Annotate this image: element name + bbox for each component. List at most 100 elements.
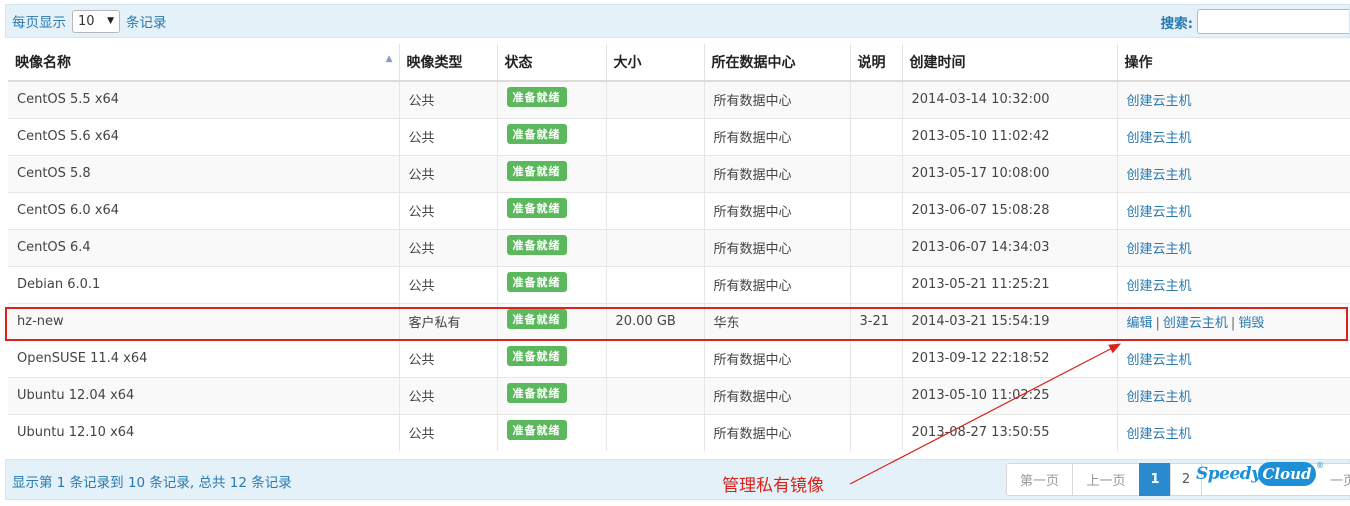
cell-name: CentOS 5.6 x64	[8, 117, 399, 155]
cell-description	[849, 413, 902, 451]
table-row: Ubuntu 12.10 x64 公共 准备就绪 所有数据中心 2013-08-27 1…	[8, 413, 1350, 451]
cell-type: 公共	[398, 228, 497, 266]
create-vm-link[interactable]: 创建云主机	[1163, 316, 1228, 331]
table-row: CentOS 6.4 公共 准备就绪 所有数据中心 2013-06-07 14:34:0…	[8, 228, 1350, 266]
cell-actions: 编辑 | 创建云主机 | 销毁	[1116, 302, 1350, 340]
speedycloud-logo: Speedy Cloud ®	[1192, 461, 1324, 491]
column-header-created[interactable]: 创建时间	[901, 44, 1117, 82]
cell-created: 2013-06-07 14:34:03	[901, 228, 1117, 266]
action-separator: |	[1155, 316, 1160, 331]
cell-created: 2013-05-21 11:25:21	[901, 265, 1117, 303]
cell-status: 准备就绪	[496, 117, 606, 155]
column-header-status[interactable]: 状态	[496, 44, 606, 82]
cell-actions: 创建云主机	[1116, 265, 1350, 303]
table-row: CentOS 6.0 x64 公共 准备就绪 所有数据中心 2013-06-07 15:…	[8, 191, 1350, 229]
cell-name: CentOS 6.4	[8, 228, 399, 266]
column-header-size[interactable]: 大小	[605, 44, 704, 82]
column-header-type[interactable]: 映像类型	[398, 44, 497, 82]
logo-registered: ®	[1316, 461, 1324, 470]
cell-type: 客户私有	[398, 302, 497, 340]
create-vm-link[interactable]: 创建云主机	[1127, 427, 1192, 442]
cell-datacenter: 所有数据中心	[703, 376, 850, 414]
cell-datacenter: 所有数据中心	[703, 413, 850, 451]
cell-size	[605, 117, 704, 155]
cell-type: 公共	[398, 117, 497, 155]
status-badge: 准备就绪	[506, 271, 567, 292]
action-separator: |	[1230, 316, 1236, 331]
page-1-button[interactable]: 1	[1139, 463, 1171, 496]
status-badge: 准备就绪	[506, 234, 567, 255]
cell-status: 准备就绪	[496, 413, 606, 451]
create-vm-link[interactable]: 创建云主机	[1127, 242, 1192, 257]
status-badge: 准备就绪	[506, 86, 567, 107]
first-page-button[interactable]: 第一页	[1006, 463, 1073, 496]
destroy-link[interactable]: 销毁	[1238, 316, 1264, 331]
cell-description	[849, 80, 902, 118]
cell-status: 准备就绪	[496, 265, 606, 303]
cell-created: 2014-03-21 15:54:19	[901, 302, 1117, 340]
cell-datacenter: 所有数据中心	[703, 191, 850, 229]
cell-datacenter: 所有数据中心	[703, 228, 850, 266]
table-row: CentOS 5.8 公共 准备就绪 所有数据中心 2013-05-17 10:08:0…	[8, 154, 1350, 192]
page-size-select[interactable]: 10 ▼	[72, 9, 120, 33]
chevron-down-icon: ▼	[107, 16, 114, 26]
cell-datacenter: 所有数据中心	[703, 117, 850, 155]
cell-datacenter: 所有数据中心	[703, 154, 850, 192]
create-vm-link[interactable]: 创建云主机	[1127, 168, 1192, 183]
status-badge: 准备就绪	[506, 382, 567, 403]
table-header-row: 映像名称 ▲ 映像类型 状态 大小 所在数据中心 说明 创建时间 操作	[8, 44, 1350, 82]
create-vm-link[interactable]: 创建云主机	[1127, 94, 1192, 109]
cell-created: 2013-08-27 13:50:55	[901, 413, 1117, 451]
column-header-datacenter[interactable]: 所在数据中心	[703, 44, 850, 82]
cell-actions: 创建云主机	[1116, 80, 1350, 118]
cell-datacenter: 所有数据中心	[703, 339, 850, 377]
cell-actions: 创建云主机	[1116, 191, 1350, 229]
sort-asc-icon[interactable]: ▲	[386, 54, 393, 64]
cell-description	[849, 265, 902, 303]
cell-description	[849, 117, 902, 155]
cell-datacenter: 华东	[703, 302, 850, 340]
create-vm-link[interactable]: 创建云主机	[1127, 390, 1192, 405]
status-badge: 准备就绪	[506, 160, 567, 181]
table-row: CentOS 5.5 x64 公共 准备就绪 所有数据中心 2014-03-14 10:…	[8, 80, 1350, 118]
cell-name: Ubuntu 12.04 x64	[8, 376, 399, 414]
table-toolbar: 每页显示 10 ▼ 条记录 搜索:	[5, 4, 1350, 38]
logo-text-cloud: Cloud	[1258, 462, 1316, 486]
table-row: Debian 6.0.1 公共 准备就绪 所有数据中心 2013-05-21 11:25…	[8, 265, 1350, 303]
cell-created: 2013-06-07 15:08:28	[901, 191, 1117, 229]
cell-size	[605, 339, 704, 377]
image-table: 映像名称 ▲ 映像类型 状态 大小 所在数据中心 说明 创建时间 操作 CentO…	[8, 44, 1350, 451]
create-vm-link[interactable]: 创建云主机	[1127, 131, 1192, 146]
search-label: 搜索:	[1160, 15, 1193, 32]
cell-status: 准备就绪	[496, 191, 606, 229]
cell-type: 公共	[398, 80, 497, 118]
cell-name: Ubuntu 12.10 x64	[8, 413, 399, 451]
cell-datacenter: 所有数据中心	[703, 80, 850, 118]
edit-link[interactable]: 编辑	[1127, 316, 1153, 331]
cell-name: OpenSUSE 11.4 x64	[8, 339, 399, 377]
search-input[interactable]	[1197, 9, 1349, 34]
column-header-description[interactable]: 说明	[849, 44, 902, 82]
cell-description	[849, 339, 902, 377]
cell-description: 3-21	[849, 302, 902, 340]
cell-type: 公共	[398, 413, 497, 451]
cell-actions: 创建云主机	[1116, 154, 1350, 192]
create-vm-link[interactable]: 创建云主机	[1127, 353, 1192, 368]
search-area: 搜索:	[1161, 9, 1349, 34]
cell-actions: 创建云主机	[1116, 376, 1350, 414]
create-vm-link[interactable]: 创建云主机	[1127, 279, 1192, 294]
cell-size: 20.00 GB	[605, 302, 704, 340]
table-row: OpenSUSE 11.4 x64 公共 准备就绪 所有数据中心 2013-09-12 …	[8, 339, 1350, 377]
cell-actions: 创建云主机	[1116, 339, 1350, 377]
cell-actions: 创建云主机	[1116, 413, 1350, 451]
cell-actions: 创建云主机	[1116, 117, 1350, 155]
prev-page-button[interactable]: 上一页	[1072, 463, 1140, 496]
column-header-name[interactable]: 映像名称 ▲	[8, 44, 399, 82]
create-vm-link[interactable]: 创建云主机	[1127, 205, 1192, 220]
cell-description	[849, 376, 902, 414]
table-row: hz-new 客户私有 准备就绪 20.00 GB 华东 3-21 2014-03-21 1…	[8, 302, 1350, 340]
cell-name: CentOS 5.8	[8, 154, 399, 192]
logo-text-speedy: Speedy	[1196, 464, 1261, 484]
cell-name: CentOS 5.5 x64	[8, 80, 399, 118]
cell-description	[849, 191, 902, 229]
